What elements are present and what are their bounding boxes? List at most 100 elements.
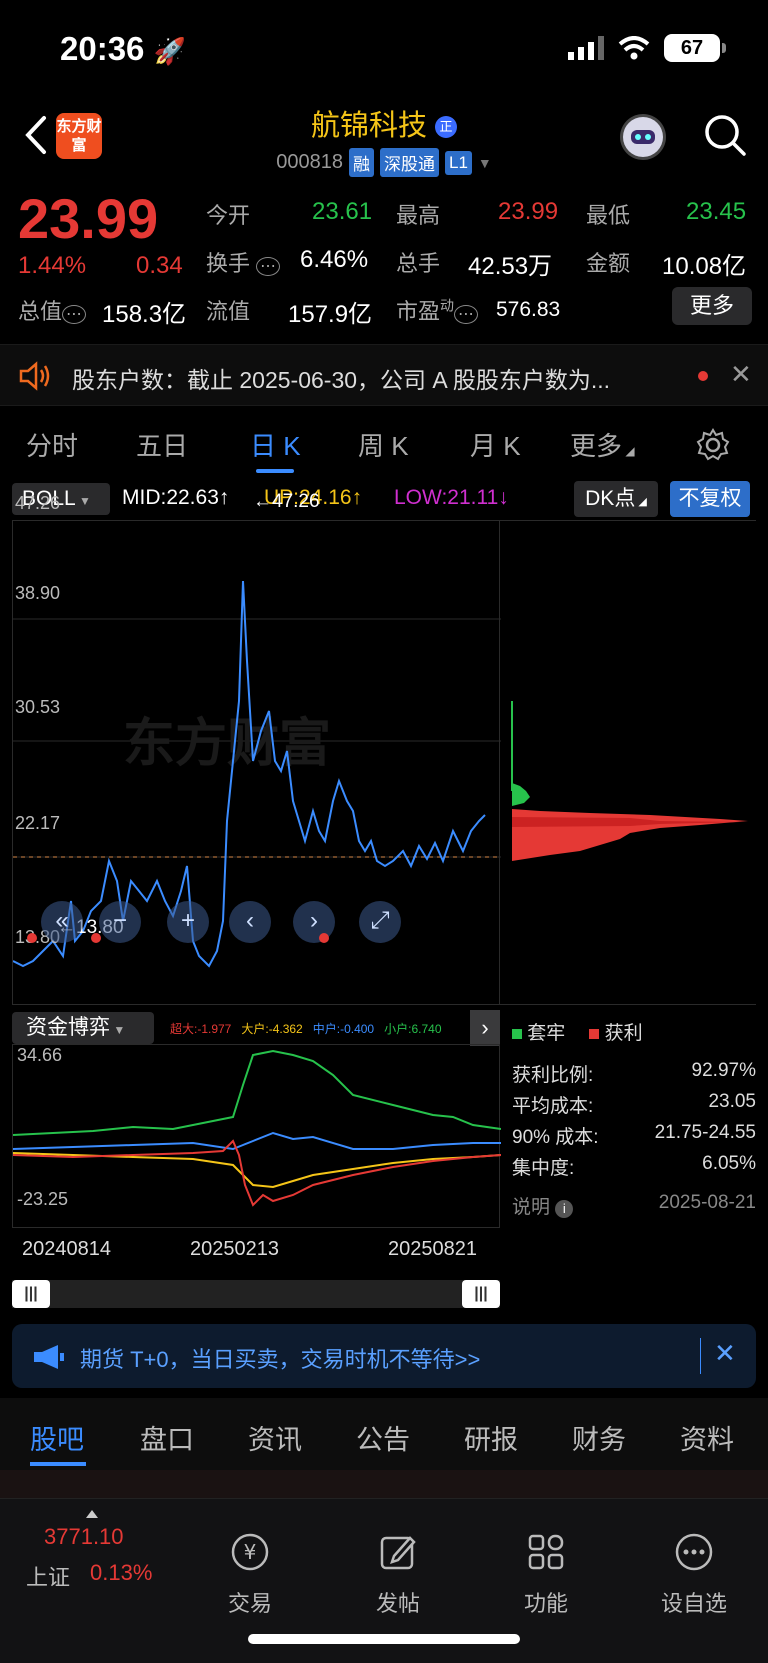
tab-finance[interactable]: 财务 xyxy=(572,1418,626,1457)
legend-super: 超大:-1.977 xyxy=(170,1022,232,1036)
change-percent: 1.44% xyxy=(18,252,87,279)
event-dot xyxy=(91,933,101,943)
more-icon xyxy=(675,1533,713,1571)
tab-monthly-k[interactable]: 月 K xyxy=(470,426,521,463)
caret-up-icon[interactable] xyxy=(86,1510,98,1518)
info-icon[interactable]: i xyxy=(555,1200,574,1218)
tab-daily-k[interactable]: 日 K xyxy=(250,426,301,463)
nav-add-watchlist[interactable]: 设自选 xyxy=(634,1532,754,1618)
megaphone-icon xyxy=(34,1345,64,1369)
home-indicator xyxy=(248,1634,520,1644)
fund-indicator-select[interactable]: 资金博弈 ▼ xyxy=(12,1012,154,1044)
tab-profile[interactable]: 资料 xyxy=(680,1418,734,1457)
stat-low-label: 最低 xyxy=(586,203,631,228)
tab-five-day[interactable]: 五日 xyxy=(136,426,188,463)
index-name[interactable]: 上证 xyxy=(26,1560,70,1592)
x-label-start: 20240814 xyxy=(22,1238,111,1260)
legend-profit: 获利 xyxy=(589,1018,643,1045)
stat-amount-value: 10.08亿 xyxy=(662,253,747,280)
info-icon[interactable]: ⋯ xyxy=(256,257,281,276)
price-chart[interactable]: 东方财富 47.26 38.90 30.53 22.17 13.80 ←47.2… xyxy=(12,491,501,1005)
y-label-3: 30.53 xyxy=(15,697,61,717)
dk-point-button[interactable]: DK点 ◢ xyxy=(574,481,658,517)
fund-flow-chart[interactable]: 34.66 -23.25 xyxy=(12,1044,502,1228)
dist-row: 平均成本: 23.05 xyxy=(512,1091,756,1117)
tab-weekly-k[interactable]: 周 K xyxy=(358,426,409,463)
stat-float-label: 流值 xyxy=(206,299,251,324)
tab-orderbook[interactable]: 盘口 xyxy=(140,1418,194,1457)
max-marker: ←47.26 xyxy=(253,491,320,512)
stat-pe-label: 市盈动⋯ xyxy=(396,294,479,326)
tab-intraday[interactable]: 分时 xyxy=(26,426,78,463)
tab-news[interactable]: 资讯 xyxy=(248,1418,302,1457)
signal-icon xyxy=(568,36,604,60)
legend-large: 大户:-4.362 xyxy=(241,1022,303,1036)
boll-low: LOW:21.11↓ xyxy=(394,486,509,509)
zoom-out-left-icon[interactable]: « xyxy=(41,901,83,943)
y-label-4: 22.17 xyxy=(15,813,61,833)
minus-icon[interactable]: − xyxy=(99,901,141,943)
info-icon[interactable]: ⋯ xyxy=(62,305,87,324)
stat-float-value: 157.9亿 xyxy=(288,301,373,328)
search-icon[interactable] xyxy=(702,112,748,158)
fund-y-top: 34.66 xyxy=(17,1045,63,1065)
status-icons: 67 xyxy=(568,34,726,62)
dist-row: 获利比例: 92.97% xyxy=(512,1060,756,1086)
section-underline xyxy=(30,1462,86,1466)
nav-trade[interactable]: ¥ 交易 xyxy=(190,1532,310,1618)
chevron-left-icon[interactable]: ‹ xyxy=(229,901,271,943)
stat-open-label: 今开 xyxy=(206,203,251,228)
nav-functions[interactable]: 功能 xyxy=(486,1532,606,1618)
chevron-down-icon[interactable]: ▼ xyxy=(478,155,492,171)
tag-margin: 融 xyxy=(348,148,374,177)
range-slider[interactable] xyxy=(12,1280,500,1308)
x-label-mid: 20250213 xyxy=(190,1238,279,1260)
notice-text: 股东户数：截止 2025-06-30，公司 A 股股东户数为... xyxy=(72,367,611,393)
stat-amount-label: 金额 xyxy=(586,251,631,276)
tab-more[interactable]: 更多 ◢ xyxy=(570,426,635,463)
dist-date: 2025-08-21 xyxy=(658,1192,756,1213)
dist-note[interactable]: 说明 i 2025-08-21 xyxy=(512,1192,756,1219)
event-dot xyxy=(319,933,329,943)
divider xyxy=(700,1338,701,1374)
fullscreen-icon[interactable]: ⤢ xyxy=(359,901,401,943)
slider-handle-right[interactable]: ||| xyxy=(462,1280,500,1308)
legend-medium: 中户:-0.400 xyxy=(312,1022,375,1036)
assistant-robot-icon[interactable] xyxy=(620,114,666,160)
stat-high-label: 最高 xyxy=(396,203,441,228)
stock-code: 000818 xyxy=(276,151,343,173)
index-change: 0.13% xyxy=(90,1560,153,1585)
plus-icon[interactable]: + xyxy=(167,901,209,943)
settings-gear-icon[interactable] xyxy=(696,428,730,462)
boll-mid: MID:22.63↑ xyxy=(122,486,230,509)
tab-research[interactable]: 研报 xyxy=(464,1418,518,1457)
nav-post[interactable]: 发帖 xyxy=(338,1532,458,1618)
ad-banner[interactable]: 期货 T+0，当日买卖，交易时机不等待>> ✕ xyxy=(12,1324,756,1388)
change-amount: 0.34 xyxy=(136,252,183,279)
fund-legend: 超大:-1.977 大户:-4.362 中户:-0.400 小户:6.740 xyxy=(170,1020,442,1037)
chevron-right-icon[interactable]: › xyxy=(470,1010,500,1046)
y-label-top: 47.26 xyxy=(15,493,61,513)
stat-pe-value: 576.83 xyxy=(496,298,561,321)
last-price: 23.99 xyxy=(18,187,159,250)
slider-handle-left[interactable]: ||| xyxy=(12,1280,50,1308)
news-peek xyxy=(0,1470,768,1498)
chip-distribution xyxy=(500,520,756,1005)
unread-dot xyxy=(698,371,708,381)
adjust-button[interactable]: 不复权 xyxy=(670,481,750,517)
tab-forum[interactable]: 股吧 xyxy=(30,1418,84,1457)
grid-icon xyxy=(528,1534,564,1570)
info-icon[interactable]: ⋯ xyxy=(454,305,479,324)
index-value: 3771.10 xyxy=(44,1524,124,1549)
speaker-icon xyxy=(19,361,50,391)
ad-text: 期货 T+0，当日买卖，交易时机不等待>> xyxy=(80,1347,481,1372)
close-icon[interactable]: ✕ xyxy=(714,1338,736,1369)
stat-high-value: 23.99 xyxy=(498,198,559,225)
svg-text:¥: ¥ xyxy=(244,1540,257,1564)
tag-level: L1 xyxy=(444,150,472,175)
notice-bar[interactable]: 股东户数：截止 2025-06-30，公司 A 股股东户数为... ✕ xyxy=(0,344,768,406)
close-icon[interactable]: ✕ xyxy=(730,359,752,390)
tab-announcements[interactable]: 公告 xyxy=(356,1418,410,1457)
legend-small: 小户:6.740 xyxy=(384,1022,442,1036)
more-stats-button[interactable]: 更多 xyxy=(672,287,752,325)
